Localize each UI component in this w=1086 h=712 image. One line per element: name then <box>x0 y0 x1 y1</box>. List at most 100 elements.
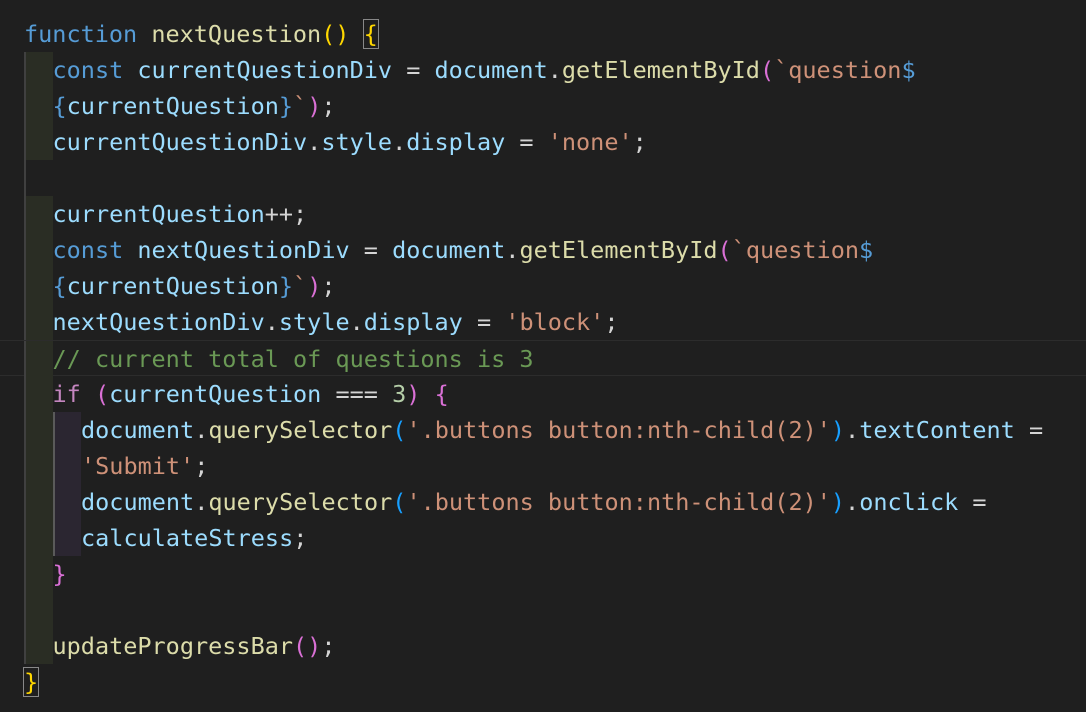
code-token: = <box>1014 416 1044 444</box>
code-token: 3 <box>392 380 407 408</box>
code-token: . <box>194 416 209 444</box>
code-token: () <box>321 20 350 48</box>
code-token: currentQuestionDiv <box>137 56 393 84</box>
code-line[interactable]: const currentQuestionDiv = document.getE… <box>0 52 1086 88</box>
code-token: { <box>434 380 449 408</box>
code-text: const currentQuestionDiv = document.getE… <box>53 52 916 88</box>
code-line[interactable]: nextQuestionDiv.style.display = 'block'; <box>0 304 1086 340</box>
code-token: currentQuestion <box>66 272 279 300</box>
code-text: currentQuestion++; <box>53 196 308 232</box>
code-token: currentQuestionDiv <box>52 128 308 156</box>
code-token: . <box>349 308 364 336</box>
code-token: currentQuestion <box>109 380 322 408</box>
code-line[interactable]: currentQuestion++; <box>0 196 1086 232</box>
code-token: `question <box>774 56 902 84</box>
code-token: querySelector <box>208 488 393 516</box>
indent-guide <box>24 160 26 196</box>
code-line[interactable]: {currentQuestion}`); <box>0 88 1086 124</box>
code-token: ; <box>632 128 647 156</box>
code-line[interactable]: document.querySelector('.buttons button:… <box>0 412 1086 448</box>
code-line[interactable]: function nextQuestion() { <box>0 16 1086 52</box>
code-line[interactable]: updateProgressBar(); <box>0 628 1086 664</box>
code-token: '.buttons button:nth-child(2)' <box>406 416 831 444</box>
code-token: ( <box>759 56 775 84</box>
indent-rainbow-band <box>26 232 53 268</box>
indent-rainbow-band <box>26 341 53 377</box>
indent-rainbow-band <box>26 520 53 556</box>
code-line[interactable]: if (currentQuestion === 3) { <box>0 376 1086 412</box>
code-text: nextQuestionDiv.style.display = 'block'; <box>53 304 619 340</box>
code-token: currentQuestion <box>66 92 279 120</box>
code-token: document <box>81 488 195 516</box>
code-token: $ <box>859 236 874 264</box>
indent-rainbow-band <box>26 52 53 88</box>
code-line[interactable]: currentQuestionDiv.style.display = 'none… <box>0 124 1086 160</box>
indent-rainbow-band <box>26 556 53 592</box>
code-token: '.buttons button:nth-child(2)' <box>406 488 831 516</box>
code-token: const <box>52 236 124 264</box>
code-token: === <box>321 380 393 408</box>
indent-rainbow-band <box>26 268 53 304</box>
code-line[interactable]: const nextQuestionDiv = document.getElem… <box>0 232 1086 268</box>
code-token: ) <box>406 380 421 408</box>
code-token: document <box>81 416 195 444</box>
code-token: ) <box>830 416 846 444</box>
code-token: ( <box>94 380 110 408</box>
indent-rainbow-band <box>26 412 53 448</box>
code-token: ( <box>392 488 407 516</box>
code-token: . <box>264 308 279 336</box>
code-token: = <box>392 56 435 84</box>
code-token: ++ <box>264 200 294 228</box>
indent-rainbow-band <box>26 196 53 232</box>
indent-rainbow-band <box>26 592 53 628</box>
code-token: . <box>845 488 860 516</box>
code-line[interactable]: {currentQuestion}`); <box>0 268 1086 304</box>
indent-rainbow-band <box>54 484 81 520</box>
code-token: ; <box>293 524 308 552</box>
code-line[interactable]: // current total of questions is 3 <box>0 340 1086 377</box>
code-token: ; <box>321 632 336 660</box>
code-token: ) <box>830 488 846 516</box>
indent-rainbow-band <box>54 520 81 556</box>
code-token: } <box>278 92 294 120</box>
code-line[interactable]: document. querySelector('.buttons button:… <box>0 484 1086 520</box>
code-line[interactable]: calculateStress; <box>0 520 1086 556</box>
code-token: document <box>392 236 506 264</box>
code-editor[interactable]: function nextQuestion() {const currentQu… <box>0 0 1086 712</box>
code-token: 'block' <box>505 308 605 336</box>
code-token: { <box>362 19 379 49</box>
code-line[interactable] <box>0 160 1086 196</box>
code-token: updateProgressBar <box>52 632 294 660</box>
code-token: ` <box>293 272 308 300</box>
code-token: ; <box>321 272 336 300</box>
code-text: const nextQuestionDiv = document.getElem… <box>53 232 874 268</box>
code-text: // current total of questions is 3 <box>53 341 534 377</box>
code-token: } <box>278 272 294 300</box>
code-token: } <box>22 667 40 697</box>
code-token: . <box>505 236 520 264</box>
code-token: `question <box>731 236 860 264</box>
code-token: ) <box>307 92 322 120</box>
code-token: ) <box>307 272 322 300</box>
code-token: querySelector <box>208 416 393 444</box>
indent-rainbow-band <box>54 448 81 484</box>
code-line[interactable]: 'Submit'; <box>0 448 1086 484</box>
code-line[interactable]: } <box>0 556 1086 592</box>
indent-rainbow-band <box>26 628 53 664</box>
code-token: ( <box>717 236 732 264</box>
code-token: // current total of questions is 3 <box>52 345 534 373</box>
code-token: ` <box>293 92 308 120</box>
code-line[interactable] <box>0 592 1086 628</box>
code-token: } <box>52 560 67 588</box>
code-token: ( <box>392 416 407 444</box>
code-line[interactable]: } <box>0 664 1086 700</box>
code-text: {currentQuestion}`); <box>53 268 336 304</box>
code-text: document. querySelector('.buttons button:… <box>81 484 987 520</box>
code-token: function <box>24 20 138 48</box>
code-token: ; <box>321 92 336 120</box>
code-text: 'Submit'; <box>81 448 208 484</box>
indent-rainbow-band <box>54 412 81 448</box>
